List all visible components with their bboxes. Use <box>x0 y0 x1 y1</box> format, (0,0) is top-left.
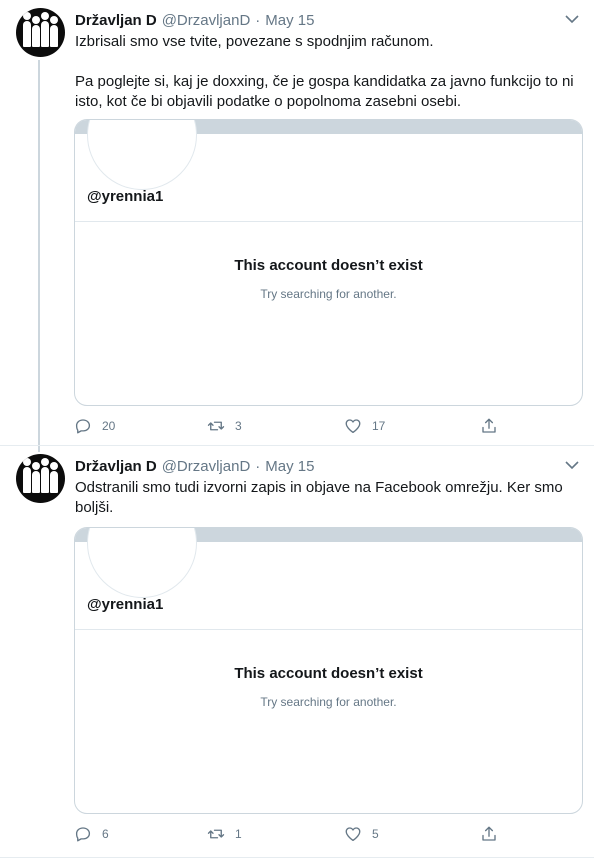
tweet-header: Državljan D @DrzavljanD · May 15 <box>75 456 315 476</box>
like-button[interactable]: 17 <box>344 416 385 436</box>
author-handle[interactable]: @DrzavljanD <box>162 458 251 475</box>
tweet-actions: 6 1 5 <box>74 824 504 844</box>
tweet-date[interactable]: May 15 <box>265 12 314 29</box>
card-title: This account doesn’t exist <box>234 665 423 682</box>
card-avatar-placeholder <box>87 528 197 598</box>
embedded-profile-card[interactable]: @yrennia1 This account doesn’t exist Try… <box>74 119 583 406</box>
tweet-text: Odstranili smo tudi izvorni zapis in obj… <box>75 478 575 518</box>
embedded-profile-card[interactable]: @yrennia1 This account doesn’t exist Try… <box>74 527 583 814</box>
separator-dot: · <box>255 11 261 29</box>
retweet-icon <box>207 829 225 839</box>
tweet-date[interactable]: May 15 <box>265 458 314 475</box>
tweet[interactable]: Državljan D @DrzavljanD · May 15 Izbrisa… <box>0 0 594 446</box>
share-icon <box>482 826 496 841</box>
retweet-button[interactable]: 1 <box>207 824 242 844</box>
author-name[interactable]: Državljan D <box>75 12 157 29</box>
tweet[interactable]: Državljan D @DrzavljanD · May 15 Odstran… <box>0 446 594 858</box>
share-button[interactable] <box>480 824 498 844</box>
like-count: 17 <box>372 419 386 433</box>
card-divider <box>75 221 582 222</box>
card-title: This account doesn’t exist <box>234 257 423 274</box>
tweet-paragraph: Odstranili smo tudi izvorni zapis in obj… <box>75 479 563 516</box>
author-handle[interactable]: @DrzavljanD <box>162 12 251 29</box>
card-avatar-placeholder <box>87 120 197 190</box>
reply-icon <box>75 419 91 434</box>
card-username: @yrennia1 <box>87 596 164 613</box>
share-button[interactable] <box>480 416 498 436</box>
share-icon <box>482 418 496 433</box>
heart-icon <box>345 827 361 842</box>
retweet-button[interactable]: 3 <box>207 416 242 436</box>
avatar[interactable] <box>16 8 65 57</box>
tweet-paragraph: Izbrisali smo vse tvite, povezane s spod… <box>75 33 434 50</box>
separator-dot: · <box>255 457 261 475</box>
reply-button[interactable]: 6 <box>74 824 109 844</box>
card-divider <box>75 629 582 630</box>
reply-count: 6 <box>102 827 109 841</box>
retweet-count: 1 <box>235 827 242 841</box>
reply-count: 20 <box>102 419 116 433</box>
card-username: @yrennia1 <box>87 188 164 205</box>
like-button[interactable]: 5 <box>344 824 379 844</box>
tweet-paragraph: Pa poglejte si, kaj je doxxing, če je go… <box>75 73 574 110</box>
retweet-count: 3 <box>235 419 242 433</box>
tweet-text: Izbrisali smo vse tvite, povezane s spod… <box>75 32 575 112</box>
card-subtitle: Try searching for another. <box>260 695 397 709</box>
reply-button[interactable]: 20 <box>74 416 115 436</box>
retweet-icon <box>207 421 225 431</box>
author-name[interactable]: Državljan D <box>75 458 157 475</box>
chevron-down-icon[interactable] <box>564 13 580 25</box>
chevron-down-icon[interactable] <box>564 459 580 471</box>
tweet-actions: 20 3 17 <box>74 416 504 436</box>
tweet-header: Državljan D @DrzavljanD · May 15 <box>75 10 315 30</box>
like-count: 5 <box>372 827 379 841</box>
reply-icon <box>75 827 91 842</box>
avatar[interactable] <box>16 454 65 503</box>
card-subtitle: Try searching for another. <box>260 287 397 301</box>
heart-icon <box>345 419 361 434</box>
